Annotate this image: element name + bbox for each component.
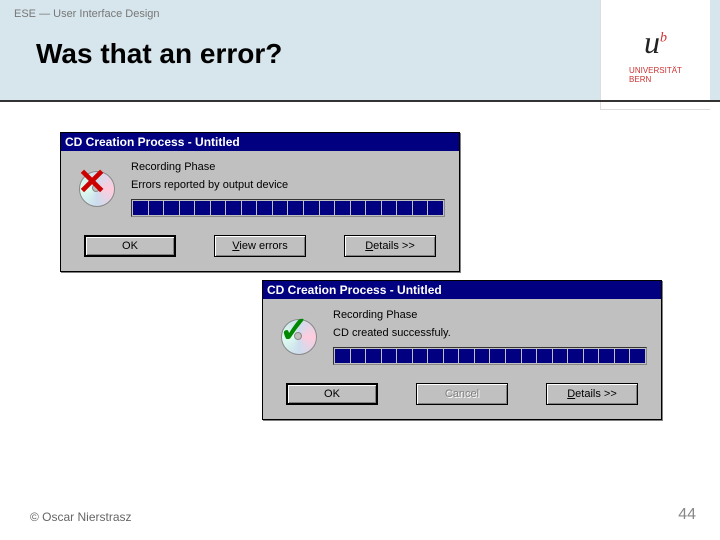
details-button[interactable]: Details >> — [546, 383, 638, 405]
dialog-success: CD Creation Process - Untitled ✓ Recordi… — [262, 280, 662, 420]
phase-label: Recording Phase — [131, 161, 445, 173]
copyright: © Oscar Nierstrasz — [30, 510, 132, 524]
cd-success-icon: ✓ — [277, 309, 321, 365]
header-rule — [0, 100, 720, 102]
cancel-button: Cancel — [416, 383, 508, 405]
ok-button[interactable]: OK — [286, 383, 378, 405]
dialog-button-row: OK Cancel Details >> — [263, 371, 661, 419]
progress-bar — [131, 199, 445, 217]
dialog-error: CD Creation Process - Untitled ✕ Recordi… — [60, 132, 460, 272]
page-number: 44 — [678, 506, 696, 524]
success-status-text: CD created successfuly. — [333, 327, 647, 339]
progress-bar — [333, 347, 647, 365]
slide-header: ESE — User Interface Design Was that an … — [0, 0, 720, 100]
view-errors-button[interactable]: View errors — [214, 235, 306, 257]
dialog-button-row: OK View errors Details >> — [61, 223, 459, 271]
logo-caption: UNIVERSITÄT BERN — [629, 67, 682, 85]
phase-label: Recording Phase — [333, 309, 647, 321]
dialog-titlebar: CD Creation Process - Untitled — [263, 281, 661, 299]
dialog-titlebar: CD Creation Process - Untitled — [61, 133, 459, 151]
logo-u-letter: ub — [644, 24, 667, 61]
ok-button[interactable]: OK — [84, 235, 176, 257]
cd-error-icon: ✕ — [75, 161, 119, 217]
details-button[interactable]: Details >> — [344, 235, 436, 257]
university-logo: ub UNIVERSITÄT BERN — [600, 0, 710, 110]
error-status-text: Errors reported by output device — [131, 179, 445, 191]
